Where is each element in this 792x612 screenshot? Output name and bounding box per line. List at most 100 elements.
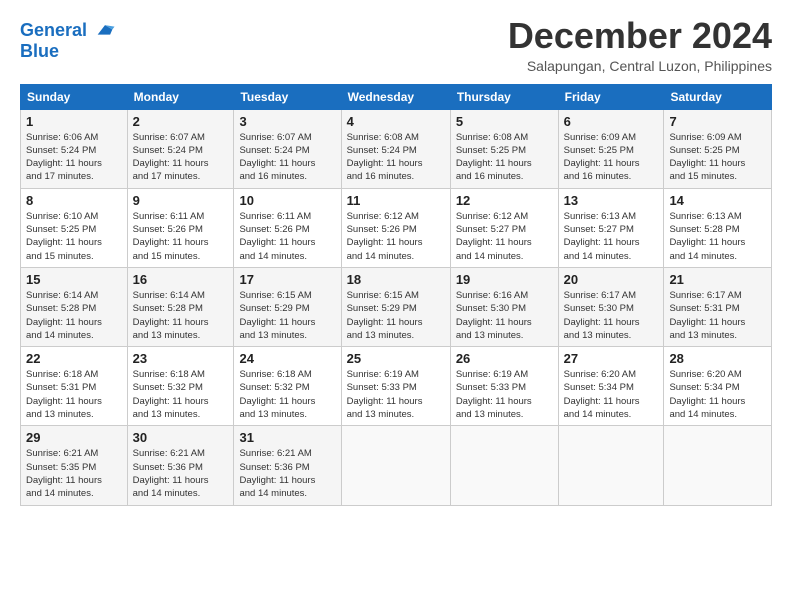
day-info: Sunrise: 6:10 AM Sunset: 5:25 PM Dayligh… bbox=[26, 210, 122, 263]
day-info: Sunrise: 6:12 AM Sunset: 5:26 PM Dayligh… bbox=[347, 210, 445, 263]
table-row: 15 Sunrise: 6:14 AM Sunset: 5:28 PM Dayli… bbox=[21, 267, 128, 346]
logo: General Blue bbox=[20, 20, 116, 61]
table-row: 20 Sunrise: 6:17 AM Sunset: 5:30 PM Dayli… bbox=[558, 267, 664, 346]
day-number: 22 bbox=[26, 351, 122, 366]
table-row: 26Sunrise: 6:19 AM Sunset: 5:33 PM Dayli… bbox=[450, 347, 558, 426]
day-number: 10 bbox=[239, 193, 335, 208]
calendar-table: Sunday Monday Tuesday Wednesday Thursday… bbox=[20, 84, 772, 506]
day-info: Sunrise: 6:19 AM Sunset: 5:33 PM Dayligh… bbox=[456, 368, 553, 421]
table-row: 24Sunrise: 6:18 AM Sunset: 5:32 PM Dayli… bbox=[234, 347, 341, 426]
logo-icon bbox=[94, 23, 116, 39]
day-number: 13 bbox=[564, 193, 659, 208]
table-row: 30 Sunrise: 6:21 AM Sunset: 5:36 PM Dayli… bbox=[127, 426, 234, 505]
table-row: 21Sunrise: 6:17 AM Sunset: 5:31 PM Dayli… bbox=[664, 267, 772, 346]
day-info: Sunrise: 6:15 AM Sunset: 5:29 PM Dayligh… bbox=[347, 289, 445, 342]
table-row: 3 Sunrise: 6:07 AM Sunset: 5:24 PM Daylig… bbox=[234, 109, 341, 188]
header-saturday: Saturday bbox=[664, 84, 772, 109]
day-number: 30 bbox=[133, 430, 229, 445]
calendar-week-row: 29 Sunrise: 6:21 AM Sunset: 5:35 PM Dayli… bbox=[21, 426, 772, 505]
day-number: 27 bbox=[564, 351, 659, 366]
table-row: 11 Sunrise: 6:12 AM Sunset: 5:26 PM Dayli… bbox=[341, 188, 450, 267]
calendar-week-row: 8 Sunrise: 6:10 AM Sunset: 5:25 PM Daylig… bbox=[21, 188, 772, 267]
day-info: Sunrise: 6:18 AM Sunset: 5:32 PM Dayligh… bbox=[239, 368, 335, 421]
day-info: Sunrise: 6:14 AM Sunset: 5:28 PM Dayligh… bbox=[133, 289, 229, 342]
table-row: 9 Sunrise: 6:11 AM Sunset: 5:26 PM Daylig… bbox=[127, 188, 234, 267]
table-row: 31Sunrise: 6:21 AM Sunset: 5:36 PM Dayli… bbox=[234, 426, 341, 505]
day-info: Sunrise: 6:08 AM Sunset: 5:24 PM Dayligh… bbox=[347, 131, 445, 184]
day-info: Sunrise: 6:16 AM Sunset: 5:30 PM Dayligh… bbox=[456, 289, 553, 342]
table-row: 8 Sunrise: 6:10 AM Sunset: 5:25 PM Daylig… bbox=[21, 188, 128, 267]
day-info: Sunrise: 6:20 AM Sunset: 5:34 PM Dayligh… bbox=[564, 368, 659, 421]
table-row: 25 Sunrise: 6:19 AM Sunset: 5:33 PM Dayli… bbox=[341, 347, 450, 426]
day-number: 9 bbox=[133, 193, 229, 208]
day-info: Sunrise: 6:06 AM Sunset: 5:24 PM Dayligh… bbox=[26, 131, 122, 184]
day-number: 6 bbox=[564, 114, 659, 129]
table-row: 28Sunrise: 6:20 AM Sunset: 5:34 PM Dayli… bbox=[664, 347, 772, 426]
table-row: 29 Sunrise: 6:21 AM Sunset: 5:35 PM Dayli… bbox=[21, 426, 128, 505]
table-row bbox=[450, 426, 558, 505]
calendar-week-row: 15 Sunrise: 6:14 AM Sunset: 5:28 PM Dayli… bbox=[21, 267, 772, 346]
day-info: Sunrise: 6:11 AM Sunset: 5:26 PM Dayligh… bbox=[133, 210, 229, 263]
logo-blue: Blue bbox=[20, 41, 116, 62]
day-number: 12 bbox=[456, 193, 553, 208]
day-number: 2 bbox=[133, 114, 229, 129]
table-row: 10 Sunrise: 6:11 AM Sunset: 5:26 PM Dayli… bbox=[234, 188, 341, 267]
day-number: 29 bbox=[26, 430, 122, 445]
header-thursday: Thursday bbox=[450, 84, 558, 109]
day-number: 3 bbox=[239, 114, 335, 129]
day-number: 16 bbox=[133, 272, 229, 287]
day-info: Sunrise: 6:18 AM Sunset: 5:31 PM Dayligh… bbox=[26, 368, 122, 421]
day-info: Sunrise: 6:15 AM Sunset: 5:29 PM Dayligh… bbox=[239, 289, 335, 342]
day-number: 18 bbox=[347, 272, 445, 287]
table-row bbox=[558, 426, 664, 505]
table-row: 13 Sunrise: 6:13 AM Sunset: 5:27 PM Dayli… bbox=[558, 188, 664, 267]
header-tuesday: Tuesday bbox=[234, 84, 341, 109]
day-info: Sunrise: 6:09 AM Sunset: 5:25 PM Dayligh… bbox=[669, 131, 766, 184]
table-row: 2 Sunrise: 6:07 AM Sunset: 5:24 PM Daylig… bbox=[127, 109, 234, 188]
table-row bbox=[664, 426, 772, 505]
table-row: 16 Sunrise: 6:14 AM Sunset: 5:28 PM Dayli… bbox=[127, 267, 234, 346]
day-number: 4 bbox=[347, 114, 445, 129]
day-info: Sunrise: 6:20 AM Sunset: 5:34 PM Dayligh… bbox=[669, 368, 766, 421]
day-info: Sunrise: 6:07 AM Sunset: 5:24 PM Dayligh… bbox=[239, 131, 335, 184]
month-title: December 2024 bbox=[508, 16, 772, 56]
table-row: 7Sunrise: 6:09 AM Sunset: 5:25 PM Daylig… bbox=[664, 109, 772, 188]
title-block: December 2024 Salapungan, Central Luzon,… bbox=[508, 16, 772, 74]
day-number: 11 bbox=[347, 193, 445, 208]
day-info: Sunrise: 6:13 AM Sunset: 5:27 PM Dayligh… bbox=[564, 210, 659, 263]
day-number: 5 bbox=[456, 114, 553, 129]
header-sunday: Sunday bbox=[21, 84, 128, 109]
calendar-header-row: Sunday Monday Tuesday Wednesday Thursday… bbox=[21, 84, 772, 109]
calendar-week-row: 1 Sunrise: 6:06 AM Sunset: 5:24 PM Daylig… bbox=[21, 109, 772, 188]
day-number: 20 bbox=[564, 272, 659, 287]
day-info: Sunrise: 6:08 AM Sunset: 5:25 PM Dayligh… bbox=[456, 131, 553, 184]
logo-general: General bbox=[20, 20, 87, 40]
day-info: Sunrise: 6:17 AM Sunset: 5:30 PM Dayligh… bbox=[564, 289, 659, 342]
header-friday: Friday bbox=[558, 84, 664, 109]
day-info: Sunrise: 6:17 AM Sunset: 5:31 PM Dayligh… bbox=[669, 289, 766, 342]
calendar-week-row: 22 Sunrise: 6:18 AM Sunset: 5:31 PM Dayli… bbox=[21, 347, 772, 426]
table-row: 6 Sunrise: 6:09 AM Sunset: 5:25 PM Daylig… bbox=[558, 109, 664, 188]
header: General Blue December 2024 Salapungan, C… bbox=[20, 16, 772, 74]
table-row: 12Sunrise: 6:12 AM Sunset: 5:27 PM Dayli… bbox=[450, 188, 558, 267]
day-info: Sunrise: 6:09 AM Sunset: 5:25 PM Dayligh… bbox=[564, 131, 659, 184]
table-row: 5 Sunrise: 6:08 AM Sunset: 5:25 PM Daylig… bbox=[450, 109, 558, 188]
day-info: Sunrise: 6:19 AM Sunset: 5:33 PM Dayligh… bbox=[347, 368, 445, 421]
table-row: 27 Sunrise: 6:20 AM Sunset: 5:34 PM Dayli… bbox=[558, 347, 664, 426]
day-number: 8 bbox=[26, 193, 122, 208]
day-info: Sunrise: 6:11 AM Sunset: 5:26 PM Dayligh… bbox=[239, 210, 335, 263]
day-info: Sunrise: 6:14 AM Sunset: 5:28 PM Dayligh… bbox=[26, 289, 122, 342]
table-row bbox=[341, 426, 450, 505]
table-row: 4 Sunrise: 6:08 AM Sunset: 5:24 PM Daylig… bbox=[341, 109, 450, 188]
day-number: 19 bbox=[456, 272, 553, 287]
table-row: 14Sunrise: 6:13 AM Sunset: 5:28 PM Dayli… bbox=[664, 188, 772, 267]
logo-text: General bbox=[20, 20, 116, 41]
day-info: Sunrise: 6:21 AM Sunset: 5:35 PM Dayligh… bbox=[26, 447, 122, 500]
day-number: 14 bbox=[669, 193, 766, 208]
day-info: Sunrise: 6:21 AM Sunset: 5:36 PM Dayligh… bbox=[133, 447, 229, 500]
day-number: 15 bbox=[26, 272, 122, 287]
day-info: Sunrise: 6:07 AM Sunset: 5:24 PM Dayligh… bbox=[133, 131, 229, 184]
day-number: 25 bbox=[347, 351, 445, 366]
day-number: 1 bbox=[26, 114, 122, 129]
table-row: 22 Sunrise: 6:18 AM Sunset: 5:31 PM Dayli… bbox=[21, 347, 128, 426]
